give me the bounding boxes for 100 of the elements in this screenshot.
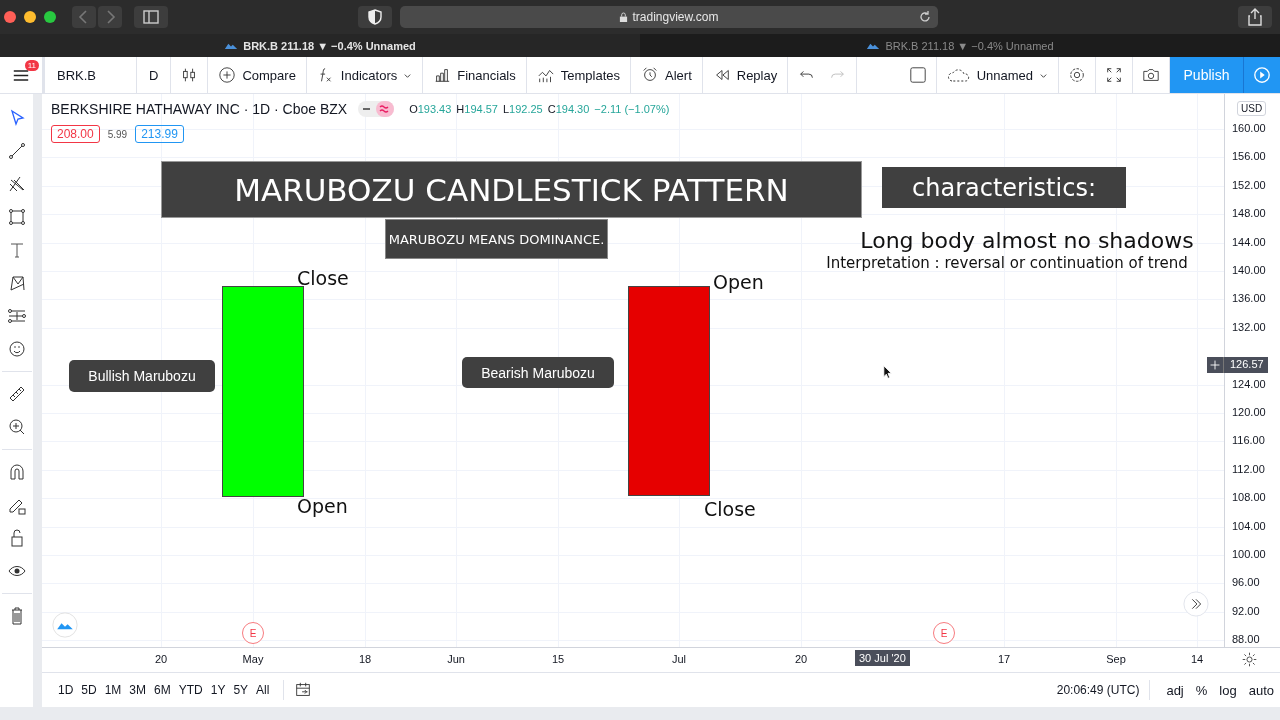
forward-icon[interactable] (98, 6, 122, 28)
scale-option[interactable]: auto (1242, 682, 1280, 698)
price-tick: 96.00 (1232, 576, 1260, 589)
range-button[interactable]: All (252, 683, 274, 698)
price-tick: 144.00 (1232, 235, 1266, 248)
address-field[interactable]: tradingview.com (400, 6, 938, 28)
time-tick: 15 (551, 653, 565, 666)
ohlc-value: H194.57 (456, 103, 498, 115)
toolbar-button[interactable]: Alert (665, 67, 692, 83)
toolbar-button[interactable]: Replay (736, 67, 778, 83)
play-icon (1253, 66, 1271, 84)
ohlc-value: L192.25 (502, 103, 543, 115)
forecast-icon[interactable] (6, 306, 27, 326)
scale-option[interactable]: adj (1160, 682, 1190, 698)
price-tick: 108.00 (1232, 491, 1266, 504)
interval-button[interactable]: D (137, 57, 172, 93)
range-button[interactable]: 1M (100, 683, 126, 698)
time-tick: 20 (794, 653, 808, 666)
time-tick: Jul (671, 653, 687, 666)
scale-option[interactable]: % (1189, 682, 1214, 698)
trend-line-icon[interactable] (6, 141, 27, 161)
toolbar-button[interactable]: Compare (242, 67, 296, 83)
range-button[interactable]: 6M (150, 683, 175, 698)
earnings-marker[interactable]: E (933, 622, 955, 644)
price-tick: 100.00 (1232, 548, 1266, 560)
range-button[interactable]: YTD (174, 683, 207, 698)
camera-icon[interactable] (1142, 66, 1160, 84)
note-label: MARUBOZU MEANS DOMINANCE. (385, 219, 608, 259)
square-icon[interactable] (908, 66, 927, 84)
heading-text: Long body almost no shadows (860, 227, 1194, 253)
notification-badge: 11 (24, 60, 39, 71)
rectangle-icon[interactable] (6, 207, 27, 227)
time-tick: Sep (1106, 653, 1126, 666)
price-tick: 124.00 (1232, 377, 1266, 390)
menu-icon[interactable] (12, 67, 30, 83)
smiley-icon[interactable] (6, 339, 27, 359)
plus-icon[interactable] (1207, 357, 1223, 373)
clock-time[interactable]: 20:06:49 (UTC) (1056, 683, 1140, 698)
banner-label: characteristics: (882, 167, 1126, 208)
callout-label: Bullish Marubozu (69, 360, 215, 392)
time-tick: 17 (997, 653, 1011, 666)
price-label: Close (297, 267, 349, 289)
time-tick: May (242, 653, 264, 666)
share-icon[interactable] (1238, 6, 1272, 28)
zoom-window-dot[interactable] (44, 11, 56, 23)
price-tick: 92.00 (1232, 604, 1260, 617)
symbol-title: BERKSHIRE HATHAWAY INC · 1D · Cboe BZX (51, 101, 348, 117)
price-tick: 160.00 (1232, 122, 1266, 134)
price-change: −2.11 (−1.07%) (594, 103, 670, 115)
logo-icon[interactable] (52, 612, 78, 638)
earnings-marker[interactable]: E (242, 622, 264, 644)
layout-name-button[interactable]: Unnamed (976, 67, 1033, 83)
currency-label[interactable]: USD (1237, 101, 1267, 116)
scroll-right-icon[interactable] (1183, 591, 1209, 617)
price-tick: 152.00 (1232, 178, 1266, 191)
price-tick: 112.00 (1232, 462, 1265, 475)
time-tick: Jun (447, 653, 465, 666)
range-button[interactable]: 5Y (229, 683, 253, 698)
scale-option[interactable]: log (1213, 682, 1243, 698)
banner-label: MARUBOZU CANDLESTICK PATTERN (161, 161, 862, 218)
cloud-outline-icon (946, 66, 971, 84)
back-icon[interactable] (72, 6, 96, 28)
ohlc-value: O193.43 (409, 103, 452, 115)
ohlc-value: C194.30 (547, 103, 590, 115)
time-tick: 18 (358, 653, 372, 666)
price-tick: 88.00 (1232, 633, 1260, 646)
price-tick: 116.00 (1232, 434, 1265, 447)
close-window-dot[interactable] (4, 11, 16, 23)
reload-icon[interactable] (918, 10, 932, 24)
price-tick: 148.00 (1232, 207, 1266, 220)
fullscreen-icon[interactable] (1105, 66, 1123, 84)
range-button[interactable]: 5D (77, 683, 101, 698)
play-button[interactable] (1243, 57, 1280, 93)
price-tick: 104.00 (1232, 519, 1266, 532)
symbol-button[interactable]: BRK.B (45, 57, 137, 93)
bar-chart-icon (433, 66, 452, 84)
range-button[interactable]: 1Y (206, 683, 230, 698)
crosshair-price: 126.57 (1223, 357, 1268, 373)
browser-tab[interactable]: BRK.B 211.18 ▼ −0.4% Unnamed (640, 34, 1280, 57)
range-button[interactable]: 1D (54, 683, 78, 698)
time-tick: 20 (154, 653, 168, 666)
plus-circle-icon (218, 66, 237, 84)
mouse-cursor-icon (883, 365, 893, 380)
price-tick: 120.00 (1232, 406, 1266, 418)
alarm-clock-icon (641, 66, 659, 84)
zoom-in-icon[interactable] (6, 417, 27, 437)
toolbar-button[interactable]: Financials (457, 67, 516, 83)
shield-icon[interactable] (358, 6, 392, 28)
callout-label: Bearish Marubozu (462, 357, 614, 388)
toolbar-button[interactable]: Templates (560, 67, 620, 83)
spread-value: 5.99 (107, 128, 128, 140)
minimize-window-dot[interactable] (24, 11, 36, 23)
browser-tab[interactable]: BRK.B 211.18 ▼ −0.4% Unnamed (0, 34, 640, 57)
range-button[interactable]: 3M (125, 683, 151, 698)
toolbar-button[interactable]: Indicators (340, 67, 398, 83)
price-label: Open (297, 495, 348, 517)
sidebar-icon[interactable] (134, 6, 168, 28)
price-label: Close (704, 498, 756, 520)
time-tick: 14 (1190, 653, 1204, 666)
bid-price[interactable]: 208.00 (51, 125, 100, 143)
